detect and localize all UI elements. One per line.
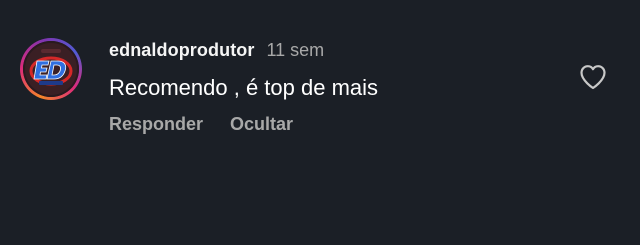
username-link[interactable]: ednaldoprodutor <box>109 40 254 61</box>
avatar[interactable] <box>23 41 79 97</box>
comment-timestamp: 11 sem <box>266 40 325 60</box>
ed-logo-avatar-icon <box>23 41 79 97</box>
comment-header: ednaldoprodutor 11 sem <box>109 40 324 61</box>
comment-text: Recomendo , é top de mais <box>109 75 379 100</box>
hide-button[interactable]: Ocultar <box>230 114 293 135</box>
comment-item: ednaldoprodutor 11 sem Recomendo , é top… <box>0 0 640 245</box>
reply-button[interactable]: Responder <box>109 114 203 135</box>
comment-actions: Responder Ocultar <box>109 114 320 135</box>
heart-outline-icon[interactable] <box>579 64 607 90</box>
avatar-story-ring[interactable] <box>20 38 82 100</box>
